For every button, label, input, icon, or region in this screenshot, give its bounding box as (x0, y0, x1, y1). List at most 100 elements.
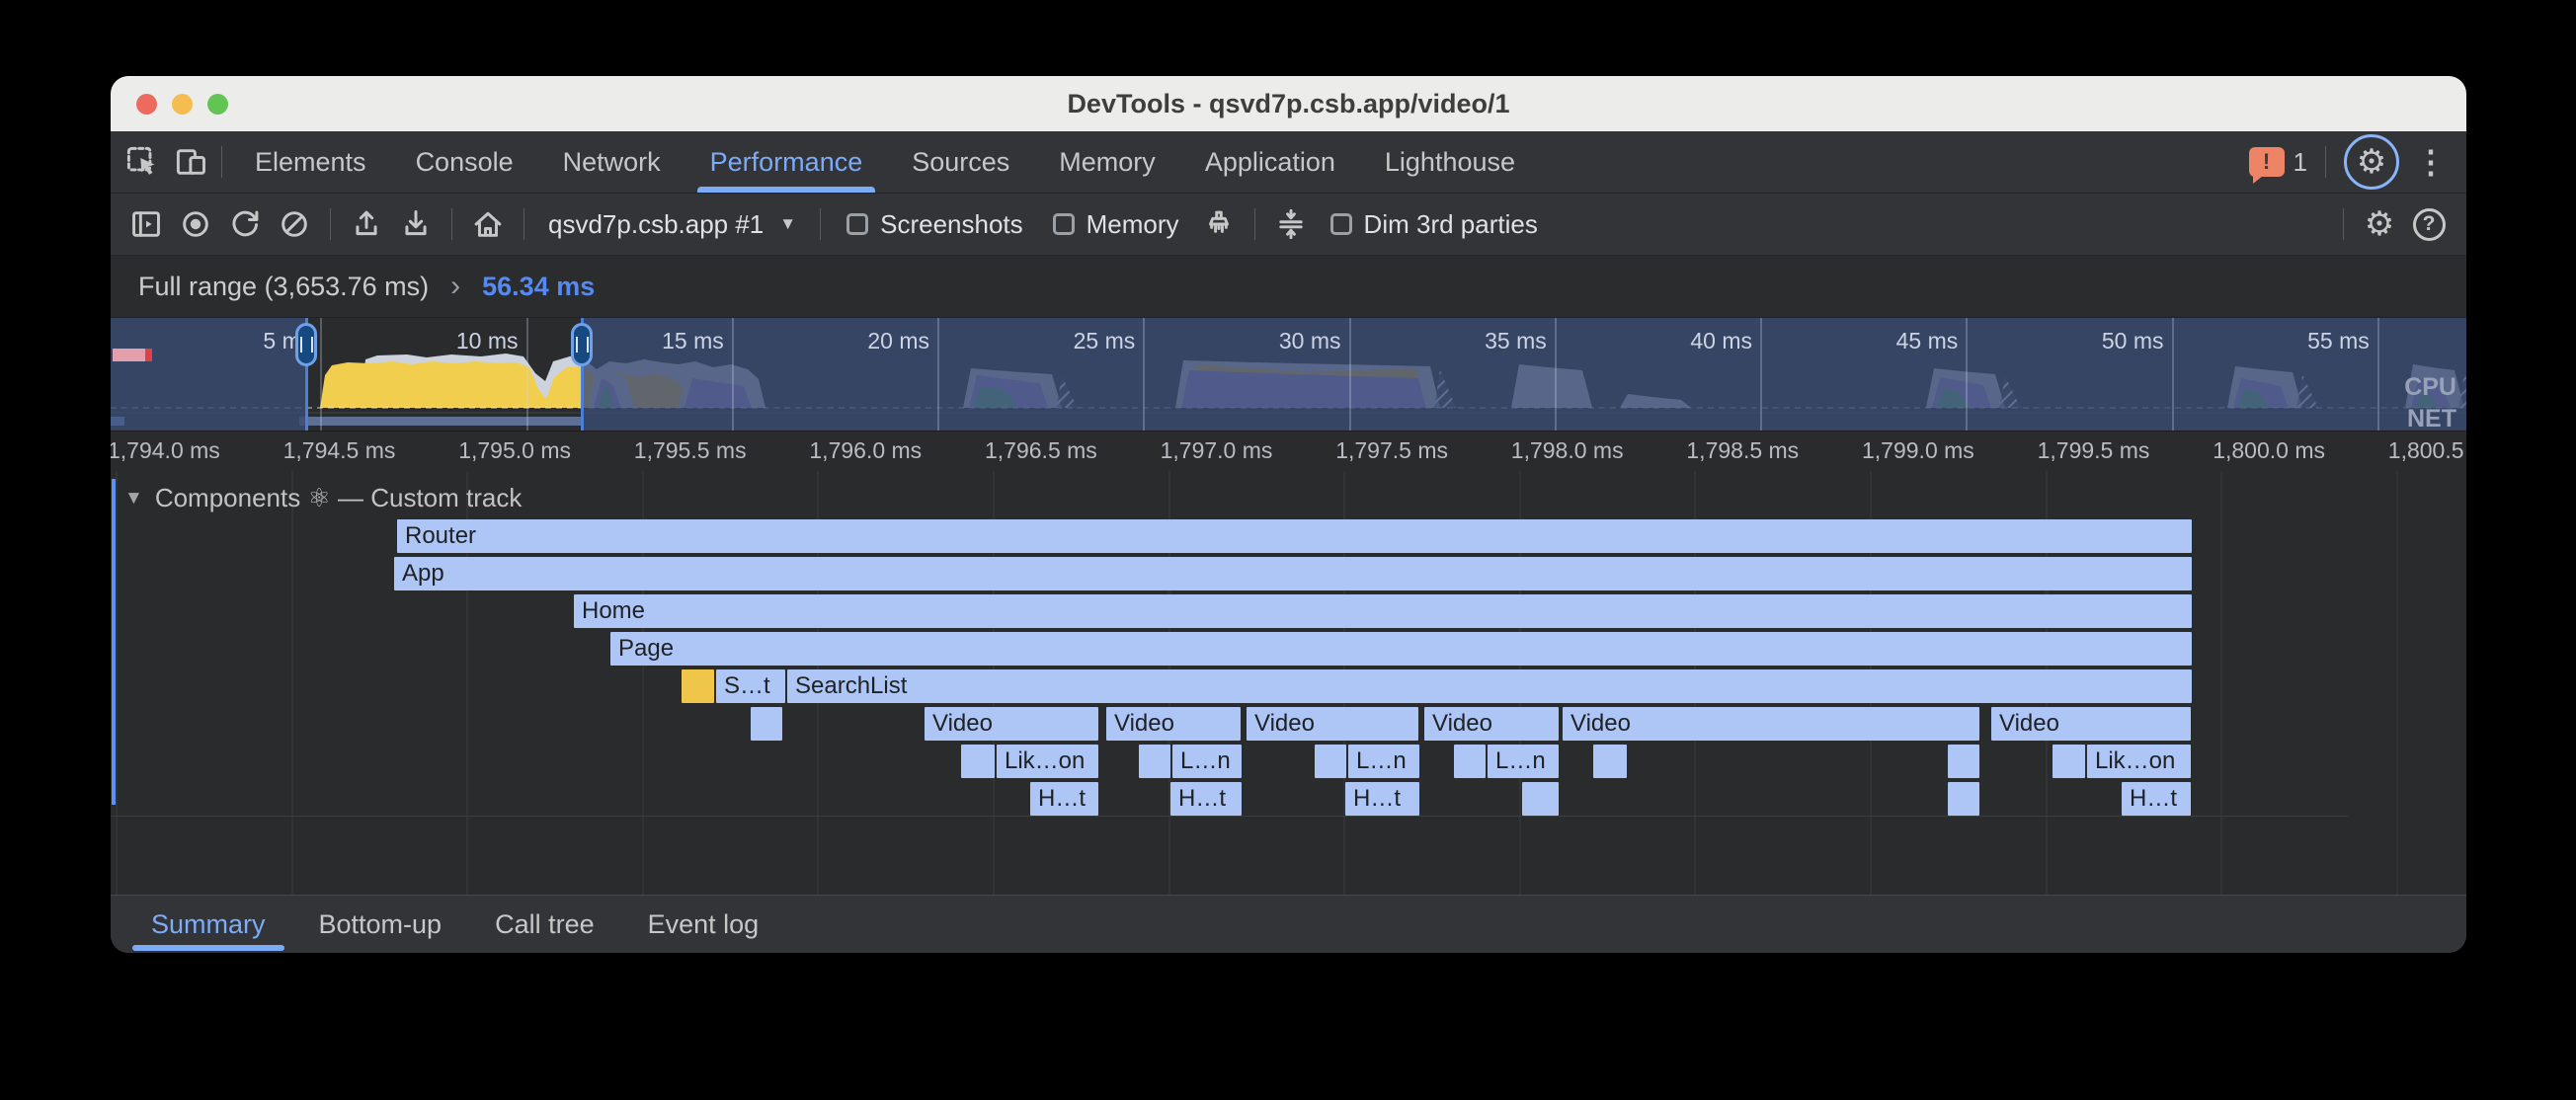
memory-checkbox[interactable]: Memory (1041, 209, 1191, 240)
flame-bar[interactable] (1522, 782, 1559, 816)
flame-bar-video[interactable]: Video (925, 707, 1098, 741)
flame-bar-video[interactable]: Video (1991, 707, 2191, 741)
device-toolbar-icon[interactable] (170, 140, 213, 184)
flame-bar[interactable] (751, 707, 782, 741)
details-tab-bottom-up[interactable]: Bottom-up (292, 896, 469, 953)
flame-bar-lik-on[interactable]: Lik…on (2087, 745, 2191, 778)
memory-label: Memory (1087, 209, 1179, 240)
screenshots-checkbox[interactable]: Screenshots (835, 209, 1035, 240)
flame-bar[interactable] (1948, 782, 1979, 816)
flame-bar[interactable] (961, 745, 995, 778)
range-breadcrumb: Full range (3,653.76 ms) › 56.34 ms (111, 256, 2466, 317)
flame-chart[interactable]: ▼ Components ⚛ — Custom track Router App H… (111, 471, 2466, 895)
flame-bar[interactable] (1593, 745, 1627, 778)
selected-range-crumb[interactable]: 56.34 ms (482, 272, 595, 302)
flame-bar[interactable] (1454, 745, 1486, 778)
inspect-element-icon[interactable] (121, 140, 164, 184)
flame-bar-l-n[interactable]: L…n (1488, 745, 1559, 778)
flame-bar-h-t[interactable]: H…t (1030, 782, 1098, 816)
overview-gridline (1966, 318, 1968, 431)
window-titlebar[interactable]: DevTools - qsvd7p.csb.app/video/1 (111, 76, 2466, 131)
overview-gridline (1349, 318, 1351, 431)
zoom-window-button[interactable] (207, 94, 228, 115)
record-and-reload-button[interactable] (223, 202, 267, 246)
ruler-tick-label: 1,800.0 ms (2213, 437, 2325, 464)
ruler-tick-label: 1,796.0 ms (809, 437, 922, 464)
flame-bar-app[interactable]: App (394, 557, 2192, 590)
ruler-tick-label: 1,798.0 ms (1511, 437, 1624, 464)
tab-performance[interactable]: Performance (685, 131, 888, 193)
flame-bar-h-t[interactable]: H…t (1345, 782, 1419, 816)
tab-console[interactable]: Console (391, 131, 538, 193)
flame-bar-page[interactable]: Page (610, 632, 2192, 666)
download-profile-button[interactable] (394, 202, 438, 246)
overview-gridline (526, 318, 528, 431)
overview-gridline (320, 318, 322, 431)
full-range-crumb[interactable]: Full range (3,653.76 ms) (138, 272, 429, 302)
details-tab-event-log[interactable]: Event log (621, 896, 786, 953)
more-options-button[interactable]: ⋮ (2409, 140, 2453, 184)
flame-bar-lik-on[interactable]: Lik…on (997, 745, 1098, 778)
flame-bar-s-t[interactable]: S…t (716, 669, 785, 703)
timeline-overview[interactable]: 5 ms10 ms15 ms20 ms25 ms30 ms35 ms40 ms4… (111, 317, 2466, 432)
ruler-tick-label: 1,797.0 ms (1161, 437, 1273, 464)
overview-gridline (732, 318, 734, 431)
details-tab-summary[interactable]: Summary (124, 896, 292, 953)
flame-bar-h-t[interactable]: H…t (2122, 782, 2191, 816)
selection-edge-line (112, 479, 116, 805)
tab-sources[interactable]: Sources (887, 131, 1034, 193)
ruler-tick-label: 1,800.5 ms (2388, 437, 2466, 464)
close-window-button[interactable] (136, 94, 157, 115)
dim-3rd-parties-checkbox[interactable]: Dim 3rd parties (1319, 209, 1550, 240)
overview-gridline (937, 318, 939, 431)
upload-profile-button[interactable] (345, 202, 388, 246)
flame-bar[interactable] (2053, 745, 2085, 778)
collapse-sections-button[interactable] (1269, 202, 1313, 246)
tab-application[interactable]: Application (1180, 131, 1360, 193)
chevron-down-icon: ▼ (779, 214, 796, 234)
flame-bar-l-n[interactable]: L…n (1172, 745, 1242, 778)
right-resize-handle[interactable] (571, 323, 593, 366)
home-button[interactable] (466, 202, 510, 246)
flame-bar[interactable] (682, 669, 714, 703)
help-icon: ? (2413, 208, 2446, 241)
custom-track-header[interactable]: ▼ Components ⚛ — Custom track (124, 483, 522, 513)
target-selector[interactable]: qsvd7p.csb.app #1 ▼ (538, 209, 806, 240)
tab-memory[interactable]: Memory (1034, 131, 1180, 193)
flame-bar-searchlist[interactable]: SearchList (787, 669, 2192, 703)
overview-gridline (1143, 318, 1145, 431)
flame-bar[interactable] (1315, 745, 1346, 778)
flame-bar[interactable] (1139, 745, 1170, 778)
issues-button[interactable]: ! 1 (2249, 147, 2307, 178)
toggle-sidebar-button[interactable] (124, 202, 168, 246)
flame-bar-l-n[interactable]: L…n (1348, 745, 1419, 778)
details-tabbar: SummaryBottom-upCall treeEvent log (111, 895, 2466, 953)
overview-tick-label: 10 ms (380, 328, 519, 354)
flame-bar-video[interactable]: Video (1424, 707, 1559, 741)
collapse-triangle-icon[interactable]: ▼ (124, 488, 143, 510)
flame-bar-h-t[interactable]: H…t (1170, 782, 1242, 816)
collect-garbage-button[interactable] (1197, 202, 1241, 246)
help-button[interactable]: ? (2407, 202, 2451, 246)
flame-bar-home[interactable]: Home (574, 594, 2192, 628)
custom-track-title: Components ⚛ — Custom track (155, 483, 523, 513)
tab-elements[interactable]: Elements (230, 131, 391, 193)
capture-settings-button[interactable]: ⚙ (2358, 202, 2401, 246)
tab-network[interactable]: Network (538, 131, 685, 193)
clear-recording-button[interactable] (273, 202, 316, 246)
track-divider (111, 816, 2348, 817)
record-button[interactable] (174, 202, 217, 246)
flame-bar-router[interactable]: Router (397, 519, 2192, 553)
left-resize-handle[interactable] (295, 323, 317, 366)
settings-button[interactable]: ⚙ (2344, 134, 2399, 190)
flame-bar-video[interactable]: Video (1247, 707, 1418, 741)
overview-tick-label: 25 ms (997, 328, 1135, 354)
separator (1254, 208, 1255, 240)
minimize-window-button[interactable] (172, 94, 193, 115)
separator (221, 146, 222, 178)
details-tab-call-tree[interactable]: Call tree (468, 896, 621, 953)
tab-lighthouse[interactable]: Lighthouse (1360, 131, 1540, 193)
flame-bar-video[interactable]: Video (1106, 707, 1241, 741)
flame-bar[interactable] (1948, 745, 1979, 778)
flame-bar-video[interactable]: Video (1563, 707, 1979, 741)
